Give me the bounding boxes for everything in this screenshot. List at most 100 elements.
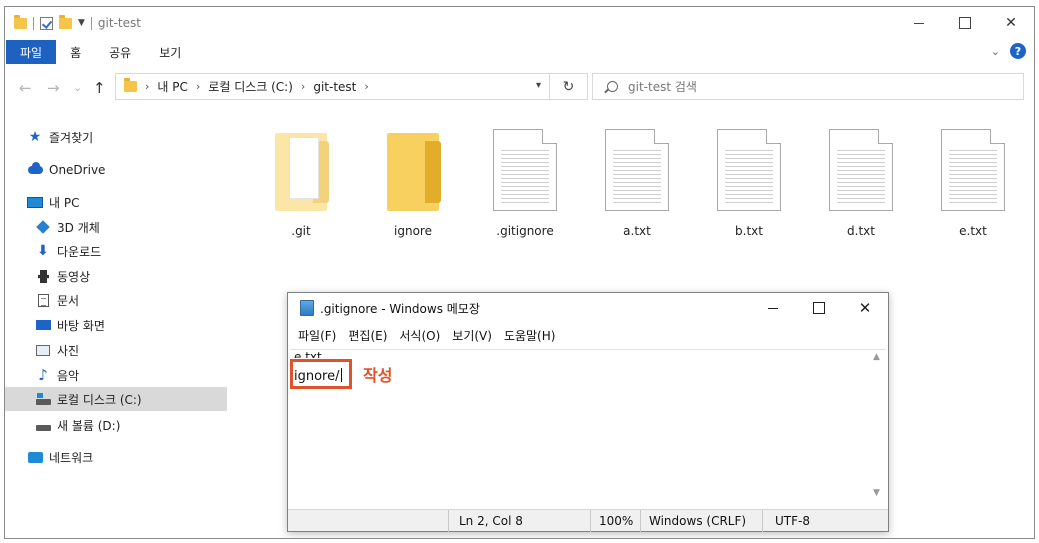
expand-ribbon-icon[interactable]: ⌄ <box>991 45 1000 58</box>
notepad-title-bar: .gitignore - Windows 메모장 ✕ <box>288 293 888 323</box>
refresh-icon[interactable]: ↻ <box>549 74 587 99</box>
sidebar-item-desktop[interactable]: 바탕 화면 <box>35 313 257 337</box>
file-name: a.txt <box>623 224 651 238</box>
recent-locations-icon[interactable]: ⌄ <box>73 81 82 94</box>
maximize-button[interactable] <box>796 293 842 323</box>
scroll-down-icon[interactable]: ▼ <box>873 488 880 498</box>
video-icon <box>35 269 51 283</box>
scroll-up-icon[interactable]: ▲ <box>873 352 880 362</box>
search-icon <box>607 81 618 92</box>
window-controls: ✕ <box>896 7 1034 39</box>
status-encoding: UTF-8 <box>762 510 872 532</box>
callout-label: 작성 <box>363 366 393 385</box>
menu-file[interactable]: 파일(F) <box>298 327 336 347</box>
music-icon: ♪ <box>38 366 48 384</box>
sidebar-item-label: 사진 <box>57 343 80 358</box>
sidebar-item-network[interactable]: 네트워크 <box>27 445 249 469</box>
desktop-icon <box>35 318 51 332</box>
folder-icon <box>275 133 329 211</box>
chevron-down-icon[interactable]: ▾ <box>536 80 541 91</box>
document-icon <box>35 293 51 307</box>
notepad-text-area[interactable]: e.txt ignore/ 작성 ▲ ▼ <box>290 349 886 499</box>
sidebar-item-label: 새 볼륨 (D:) <box>57 418 121 433</box>
chevron-right-icon[interactable]: › <box>364 80 368 93</box>
menu-view[interactable]: 보기(V) <box>452 327 492 347</box>
address-bar[interactable]: › 내 PC › 로컬 디스크 (C:) › git-test › ▾ ↻ <box>115 73 588 100</box>
minimize-button[interactable] <box>750 293 796 323</box>
sidebar-item-label: 네트워크 <box>49 450 94 465</box>
search-input[interactable] <box>628 79 988 94</box>
sidebar-item-onedrive[interactable]: OneDrive <box>27 158 249 182</box>
tab-share[interactable]: 공유 <box>95 44 145 61</box>
text-file-icon <box>941 129 1005 211</box>
sidebar-item-downloads[interactable]: ⬇ 다운로드 <box>35 239 257 263</box>
file-list: .git ignore .gitignore a.txt b.txt d.txt… <box>235 117 1034 267</box>
file-item-d-txt[interactable]: d.txt <box>816 125 906 245</box>
minimize-button[interactable] <box>896 7 942 39</box>
ribbon-right: ⌄ ? <box>991 43 1026 59</box>
maximize-button[interactable] <box>942 7 988 39</box>
sidebar-item-label: 다운로드 <box>57 244 102 259</box>
file-item-e-txt[interactable]: e.txt <box>928 125 1018 245</box>
sidebar-item-favorites[interactable]: ★ 즐겨찾기 <box>27 125 249 149</box>
properties-icon[interactable] <box>40 16 53 30</box>
file-item-git[interactable]: .git <box>256 125 346 245</box>
menu-help[interactable]: 도움말(H) <box>504 327 556 347</box>
breadcrumb-drive-c[interactable]: 로컬 디스크 (C:) <box>208 78 293 95</box>
sidebar-item-local-disk-c[interactable]: 로컬 디스크 (C:) <box>5 387 227 411</box>
sidebar-item-pictures[interactable]: 사진 <box>35 338 257 362</box>
tab-file[interactable]: 파일 <box>6 40 57 64</box>
window-title: git-test <box>97 16 141 30</box>
customize-toolbar-icon[interactable]: ▼ <box>78 18 85 28</box>
sidebar-item-documents[interactable]: 문서 <box>35 288 257 312</box>
back-arrow-icon[interactable]: ← <box>19 79 32 97</box>
file-name: .gitignore <box>496 224 554 238</box>
tab-view[interactable]: 보기 <box>145 44 195 61</box>
chevron-right-icon: › <box>145 80 150 93</box>
text-file-icon <box>829 129 893 211</box>
drive-icon <box>35 392 51 406</box>
search-box[interactable] <box>592 73 1024 100</box>
tab-home[interactable]: 홈 <box>56 44 95 61</box>
up-arrow-icon[interactable]: ↑ <box>93 79 106 97</box>
download-icon: ⬇ <box>37 243 49 259</box>
sidebar-item-music[interactable]: ♪ 음악 <box>35 363 257 387</box>
file-name: d.txt <box>847 224 875 238</box>
chevron-right-icon[interactable]: › <box>301 80 305 93</box>
sidebar-item-3d-objects[interactable]: 3D 개체 <box>35 215 257 239</box>
close-button[interactable]: ✕ <box>842 293 888 323</box>
sidebar-item-label: 즐겨찾기 <box>49 130 94 145</box>
help-icon[interactable]: ? <box>1010 43 1026 59</box>
notepad-icon <box>300 300 314 316</box>
file-item-ignore[interactable]: ignore <box>368 125 458 245</box>
file-item-a-txt[interactable]: a.txt <box>592 125 682 245</box>
ribbon-tabs: 파일 홈 공유 보기 ⌄ ? <box>5 39 1034 65</box>
menu-format[interactable]: 서식(O) <box>399 327 440 347</box>
file-name: b.txt <box>735 224 763 238</box>
file-item-gitignore[interactable]: .gitignore <box>480 125 570 245</box>
divider <box>90 16 92 30</box>
file-item-b-txt[interactable]: b.txt <box>704 125 794 245</box>
forward-arrow-icon[interactable]: → <box>47 79 60 97</box>
sidebar-item-label: 문서 <box>57 293 80 308</box>
cloud-icon <box>27 162 43 177</box>
file-name: .git <box>291 224 311 238</box>
menu-edit[interactable]: 편집(E) <box>348 327 387 347</box>
folder-icon <box>14 14 27 29</box>
sidebar-item-volume-d[interactable]: 새 볼륨 (D:) <box>35 413 257 437</box>
cube-icon <box>35 220 51 234</box>
sidebar-item-this-pc[interactable]: 내 PC <box>27 190 249 214</box>
text-file-icon <box>605 129 669 211</box>
text-file-icon <box>493 129 557 211</box>
breadcrumb-pc[interactable]: 내 PC <box>157 78 187 95</box>
close-button[interactable]: ✕ <box>988 7 1034 39</box>
navigation-pane: ★ 즐겨찾기 OneDrive 내 PC 3D 개체 ⬇ 다운로드 동영상 문서 <box>5 117 230 537</box>
vertical-scrollbar[interactable]: ▲ ▼ <box>870 350 886 500</box>
status-zoom: 100% <box>590 510 638 532</box>
breadcrumb-git-test[interactable]: git-test <box>313 80 356 94</box>
file-name: e.txt <box>959 224 987 238</box>
chevron-right-icon[interactable]: › <box>196 80 200 93</box>
sidebar-item-videos[interactable]: 동영상 <box>35 264 257 288</box>
new-folder-icon[interactable] <box>59 14 72 29</box>
drive-icon <box>35 418 51 432</box>
